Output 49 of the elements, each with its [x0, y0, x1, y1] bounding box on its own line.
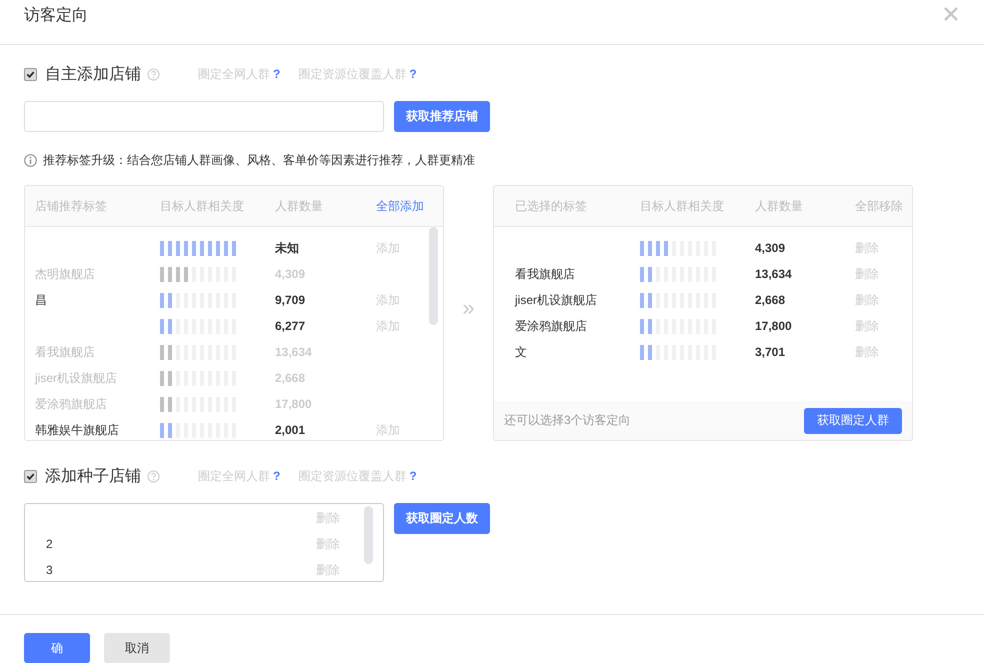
remaining-note: 还可以选择3个访客定向: [504, 412, 631, 429]
column-header: 人群数量: [275, 198, 324, 214]
shop-name: 昌: [35, 292, 47, 306]
shop-name: 看我旗舰店: [515, 266, 575, 280]
action-button[interactable]: 获取推荐店铺: [394, 101, 490, 132]
remove-all-link[interactable]: 全部移除: [855, 198, 903, 214]
section-title: 自主添加店铺: [45, 64, 141, 84]
checkbox[interactable]: [24, 470, 37, 482]
scrollbar[interactable]: [429, 227, 438, 325]
shop-name: 文: [515, 344, 527, 358]
arrow-icon: »: [444, 295, 493, 321]
shop-name: jiser机设旗舰店: [515, 292, 598, 306]
audience-count: 2,001: [275, 423, 306, 437]
cancel-button[interactable]: 取消: [104, 633, 170, 663]
audience-count: 6,277: [275, 319, 306, 333]
shop-name: 韩雅娱牛旗舰店: [35, 422, 119, 436]
column-header: 目标人群相关度: [160, 198, 245, 214]
shop-name: 杰明旗舰店: [35, 266, 95, 280]
add-all-link[interactable]: 全部添加: [376, 198, 424, 214]
help-icon[interactable]: [147, 68, 160, 80]
audience-count: 未知: [275, 240, 300, 256]
section-title: 添加种子店铺: [45, 466, 141, 486]
audience-count: 17,800: [755, 319, 793, 333]
shop-name: jiser机设旗舰店: [35, 370, 118, 384]
column-header: 人群数量: [755, 198, 804, 214]
column-header: 店铺推荐标签: [34, 198, 108, 214]
audience-count: 3,701: [755, 345, 786, 359]
dialog-title: 访客定向: [24, 6, 88, 26]
action-button[interactable]: 获取圈定人数: [394, 503, 490, 534]
audience-count: 13,634: [755, 267, 793, 281]
info-icon: [24, 154, 37, 167]
info-text: 推荐标签升级：结合您店铺人群画像、风格、客单价等因素进行推荐，人群更精准: [43, 152, 475, 169]
checkbox[interactable]: [24, 68, 37, 80]
audience-count: 2,668: [755, 293, 786, 307]
audience-count: 9,709: [275, 293, 306, 307]
audience-count: 4,309: [755, 241, 786, 255]
help-icon[interactable]: [147, 470, 160, 482]
close-icon[interactable]: [943, 6, 959, 22]
shop-input[interactable]: [24, 101, 384, 132]
action-button[interactable]: 获取圈定人群: [804, 408, 902, 434]
shop-name: 爱涂鸦旗舰店: [35, 396, 107, 410]
column-header: 目标人群相关度: [640, 198, 725, 214]
row-number: 3: [46, 563, 54, 577]
scrollbar[interactable]: [364, 506, 373, 564]
column-header: 已选择的标签: [514, 198, 588, 214]
confirm-button[interactable]: 确: [24, 633, 90, 663]
shop-name: 爱涂鸦旗舰店: [515, 318, 587, 332]
shop-name: 看我旗舰店: [35, 344, 95, 358]
row-number: 2: [46, 537, 54, 551]
